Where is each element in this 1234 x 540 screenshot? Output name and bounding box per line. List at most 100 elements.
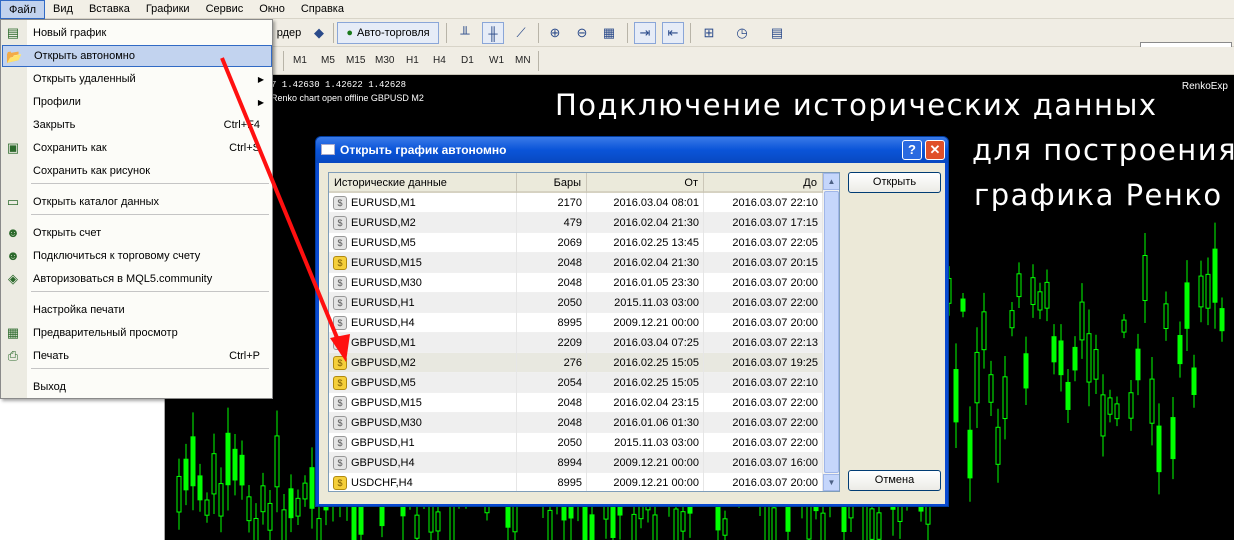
- file-menu-item[interactable]: ⎙ Печать Ctrl+P: [2, 345, 272, 367]
- list-scrollbar[interactable]: ▲ ▼: [823, 173, 839, 491]
- close-button[interactable]: ✕: [925, 140, 945, 160]
- candle-body: [316, 518, 322, 540]
- timeframe-w1[interactable]: W1: [489, 52, 504, 70]
- currency-icon: $: [333, 276, 347, 290]
- timeframe-m15[interactable]: M15: [346, 52, 365, 70]
- file-menu-item[interactable]: ▦ Предварительный просмотр: [2, 322, 272, 344]
- table-row[interactable]: $ EURUSD,M5 2069 2016.02.25 13:45 2016.03.07…: [329, 233, 823, 253]
- timeframe-mn[interactable]: MN: [515, 52, 531, 70]
- candle-body: [631, 513, 637, 540]
- chart-shift-icon[interactable]: ⇤: [662, 22, 684, 44]
- table-row[interactable]: $ EURUSD,M2 479 2016.02.04 21:30 2016.03.07 …: [329, 213, 823, 233]
- table-row[interactable]: $ GBPUSD,H1 2050 2015.11.03 03:00 2016.03.07…: [329, 433, 823, 453]
- file-menu-item[interactable]: ▭ Открыть каталог данных: [2, 191, 272, 213]
- mql5-icon: ◈: [8, 271, 18, 286]
- candle-body: [218, 483, 224, 517]
- candle-body: [1051, 336, 1057, 363]
- file-menu-item[interactable]: ☻ Подключиться к торговому счету: [2, 245, 272, 267]
- file-menu-item[interactable]: Профили ▶: [2, 91, 272, 113]
- table-row[interactable]: $ EURUSD,H4 8995 2009.12.21 00:00 2016.03.07…: [329, 313, 823, 333]
- candle-body: [435, 511, 441, 532]
- caption-line-3: графика Ренко: [974, 178, 1223, 212]
- cell-symbol: GBPUSD,M5: [351, 373, 517, 393]
- menubar-item[interactable]: Сервис: [198, 0, 252, 19]
- table-row[interactable]: $ EURUSD,H1 2050 2015.11.03 03:00 2016.03.07…: [329, 293, 823, 313]
- candlestick-chart-icon[interactable]: ╫: [482, 22, 504, 44]
- table-row[interactable]: $ EURUSD,M30 2048 2016.01.05 23:30 2016.03.0…: [329, 273, 823, 293]
- cell-bars: 2048: [517, 253, 587, 273]
- table-row[interactable]: $ EURUSD,M1 2170 2016.03.04 08:01 2016.03.07…: [329, 193, 823, 213]
- menubar-item[interactable]: Вставка: [81, 0, 138, 19]
- menubar-item[interactable]: Файл: [0, 0, 46, 19]
- menubar-item[interactable]: Справка: [293, 0, 352, 19]
- file-menu-item[interactable]: ☻ Открыть счет: [2, 222, 272, 244]
- scroll-up-button[interactable]: ▲: [823, 173, 839, 190]
- file-menu-item[interactable]: Закрыть Ctrl+F4: [2, 114, 272, 136]
- line-chart-icon[interactable]: ⟋: [510, 22, 532, 44]
- column-header-from[interactable]: От: [587, 173, 704, 193]
- caption-line-1: Подключение исторических данных: [555, 88, 1158, 122]
- cell-from: 2009.12.21 00:00: [587, 453, 704, 473]
- caption-line-2: для построения: [972, 133, 1234, 167]
- table-row[interactable]: $ GBPUSD,M5 2054 2016.02.25 15:05 2016.03.07…: [329, 373, 823, 393]
- indicators-icon[interactable]: ⊞: [698, 22, 720, 44]
- table-row[interactable]: $ GBPUSD,M15 2048 2016.02.04 23:15 2016.03.0…: [329, 393, 823, 413]
- candle-body: [1198, 275, 1204, 308]
- cell-from: 2016.01.06 01:30: [587, 413, 704, 433]
- timeframe-m30[interactable]: M30: [375, 52, 394, 70]
- market-watch-icon[interactable]: ◆: [308, 22, 330, 44]
- menubar-item[interactable]: Окно: [251, 0, 293, 19]
- table-row[interactable]: $ GBPUSD,H4 8994 2009.12.21 00:00 2016.03.07…: [329, 453, 823, 473]
- file-menu-item[interactable]: 📂 Открыть автономно: [2, 45, 272, 67]
- table-row[interactable]: $ GBPUSD,M1 2209 2016.03.04 07:25 2016.03.07…: [329, 333, 823, 353]
- timeframe-h1[interactable]: H1: [406, 52, 419, 70]
- file-menu-item[interactable]: Настройка печати: [2, 299, 272, 321]
- menubar-item[interactable]: Графики: [138, 0, 198, 19]
- cell-symbol: EURUSD,M5: [351, 233, 517, 253]
- menubar-item[interactable]: Вид: [45, 0, 81, 19]
- timeframe-m5[interactable]: M5: [321, 52, 335, 70]
- tile-windows-icon[interactable]: ▦: [598, 22, 620, 44]
- column-header-to[interactable]: До: [704, 173, 823, 193]
- scroll-down-button[interactable]: ▼: [823, 474, 839, 491]
- autotrading-button[interactable]: ● Авто-торговля: [337, 22, 439, 44]
- timeframe-d1[interactable]: D1: [461, 52, 474, 70]
- candle-body: [820, 512, 826, 540]
- zoom-out-icon[interactable]: ⊖: [571, 22, 593, 44]
- column-header-history[interactable]: Исторические данные: [329, 173, 517, 193]
- help-button[interactable]: ?: [902, 140, 922, 160]
- templates-icon[interactable]: ▤: [766, 22, 788, 44]
- currency-icon: $: [333, 296, 347, 310]
- file-menu-item[interactable]: Выход: [2, 376, 272, 398]
- file-menu-item[interactable]: ▤ Новый график: [2, 22, 272, 44]
- table-row[interactable]: $ GBPUSD,M30 2048 2016.01.06 01:30 2016.03.0…: [329, 413, 823, 433]
- cell-symbol: GBPUSD,M15: [351, 393, 517, 413]
- file-menu-item[interactable]: ▣ Сохранить как Ctrl+S: [2, 137, 272, 159]
- print-preview-icon: ▦: [6, 325, 20, 340]
- table-row[interactable]: $ USDCHF,H4 8995 2009.12.21 00:00 2016.03.07…: [329, 473, 823, 491]
- table-row[interactable]: $ EURUSD,M15 2048 2016.02.04 21:30 2016.03.0…: [329, 253, 823, 273]
- currency-icon: $: [333, 416, 347, 430]
- timeframe-h4[interactable]: H4: [433, 52, 446, 70]
- candle-body: [1037, 291, 1043, 311]
- menu-item-shortcut: Ctrl+P: [229, 350, 260, 362]
- zoom-in-icon[interactable]: ⊕: [544, 22, 566, 44]
- auto-scroll-icon[interactable]: ⇥: [634, 22, 656, 44]
- timeframe-m1[interactable]: M1: [293, 52, 307, 70]
- column-header-bars[interactable]: Бары: [517, 173, 587, 193]
- bar-chart-icon[interactable]: ╨: [454, 22, 476, 44]
- currency-icon: $: [333, 256, 347, 270]
- dialog-title-bar[interactable]: Открыть график автономно ? ✕: [316, 137, 948, 163]
- table-row[interactable]: $ GBPUSD,M2 276 2016.02.25 15:05 2016.03.07 …: [329, 353, 823, 373]
- history-list[interactable]: Исторические данные Бары От До $ EURUSD,M…: [328, 172, 840, 492]
- periods-icon[interactable]: ◷: [731, 22, 753, 44]
- file-menu-item[interactable]: ◈ Авторизоваться в MQL5.community: [2, 268, 272, 290]
- new-order-button[interactable]: рдер: [274, 22, 304, 44]
- file-menu-item[interactable]: Сохранить как рисунок: [2, 160, 272, 182]
- file-menu-item[interactable]: Открыть удаленный ▶: [2, 68, 272, 90]
- open-button[interactable]: Открыть: [848, 172, 941, 193]
- menu-bar: Файл Вид Вставка Графики Сервис Окно Справка: [0, 0, 1234, 19]
- scroll-thumb[interactable]: [824, 191, 839, 473]
- menu-item-label: Профили: [33, 96, 81, 108]
- cancel-button[interactable]: Отмена: [848, 470, 941, 491]
